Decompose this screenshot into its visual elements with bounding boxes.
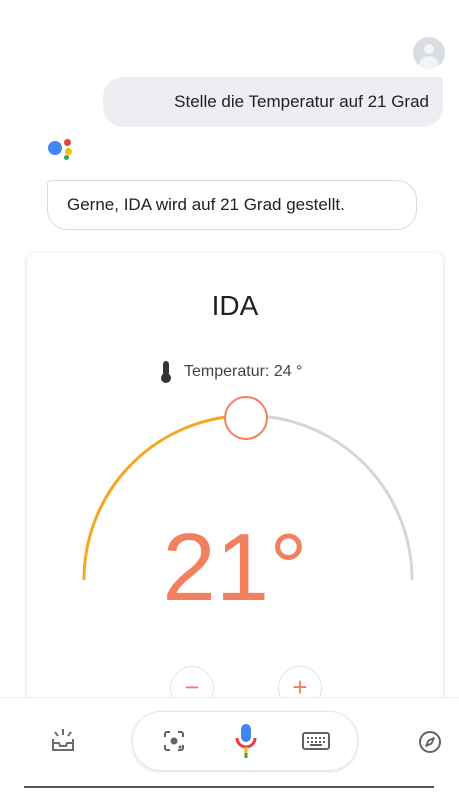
compass-icon[interactable] (417, 729, 443, 755)
inbox-sparkle-icon[interactable] (50, 727, 76, 753)
bottom-divider (24, 786, 434, 788)
thermometer-icon (161, 361, 171, 383)
thermostat-name: IDA (211, 290, 259, 321)
user-message-bubble: Stelle die Temperatur auf 21 Grad (103, 77, 443, 127)
keyboard-icon[interactable] (302, 731, 330, 751)
current-temperature: Temperatur: 24 ° (160, 360, 302, 384)
target-temperature: 21° (162, 514, 308, 621)
dial-handle[interactable] (224, 396, 268, 440)
lens-icon[interactable] (162, 729, 186, 753)
assistant-message-bubble: Gerne, IDA wird auf 21 Grad gestellt. (47, 180, 417, 230)
user-message-text: Stelle die Temperatur auf 21 Grad (174, 92, 429, 111)
google-assistant-icon (48, 137, 84, 167)
account-icon (424, 44, 434, 54)
assistant-message-text: Gerne, IDA wird auf 21 Grad gestellt. (67, 195, 345, 214)
current-temperature-label: Temperatur: 24 ° (184, 363, 303, 380)
microphone-icon[interactable] (235, 722, 257, 762)
account-avatar[interactable] (413, 37, 445, 69)
thermostat-card (27, 253, 443, 713)
